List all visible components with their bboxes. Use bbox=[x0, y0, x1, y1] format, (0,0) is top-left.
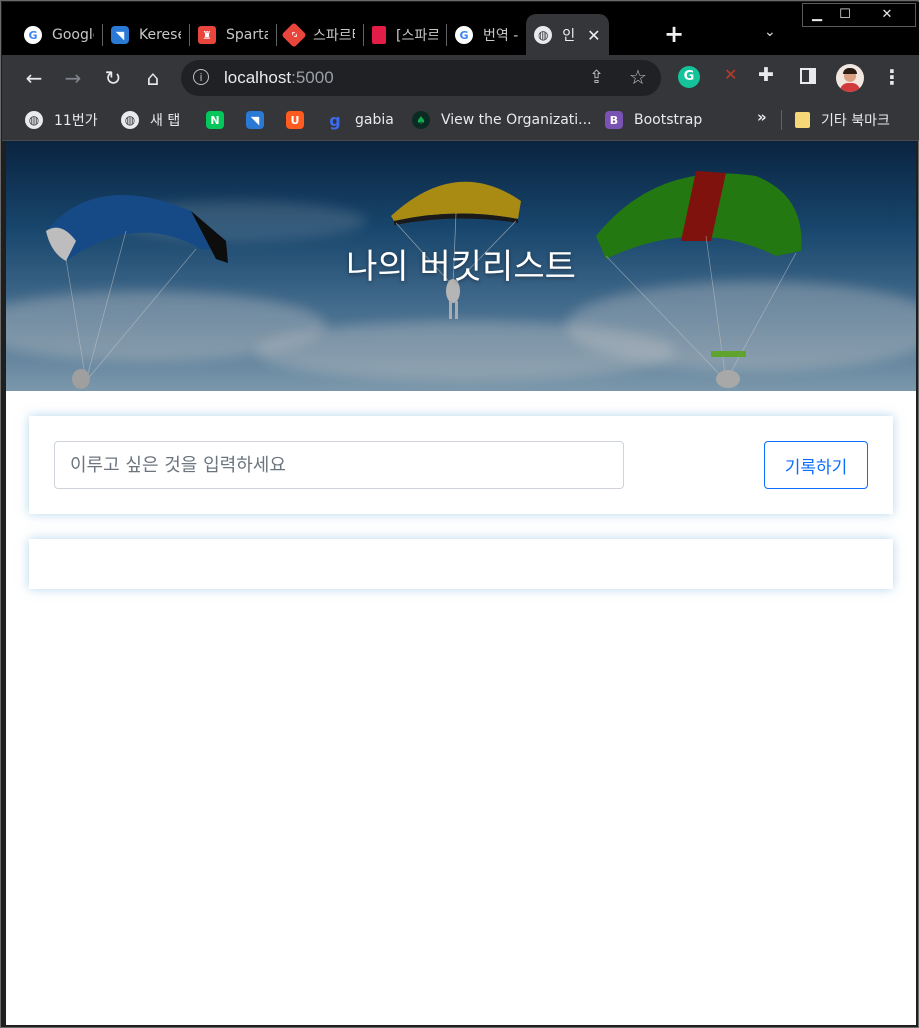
tab-title: Kereses bbox=[139, 27, 181, 43]
tab-kereses[interactable]: ◥ Kereses bbox=[103, 14, 189, 56]
close-window-button[interactable]: ✕ bbox=[859, 4, 915, 24]
bookmark-11st[interactable]: ◍ 11번가 bbox=[25, 109, 98, 131]
globe-icon: ◍ bbox=[534, 26, 553, 44]
tab-title: 번역 - bbox=[483, 28, 519, 44]
page-viewport: 나의 버킷리스트 기록하기 bbox=[6, 141, 916, 1025]
tab-title: [스파르타 bbox=[396, 28, 438, 44]
bookmark-shop[interactable]: U bbox=[286, 109, 304, 131]
browser-toolbar: ← → ↻ ⌂ i localhost:5000 ⇪ ☆ G ✕ ✚ ⋮ bbox=[2, 55, 919, 101]
bookmark-gabia[interactable]: g gabia bbox=[326, 109, 394, 131]
bookmark-label: 11번가 bbox=[54, 113, 98, 129]
tab-sparta[interactable]: ♜ Sparta bbox=[190, 14, 276, 56]
extension-icon[interactable]: ✕ bbox=[724, 65, 737, 84]
kereses-icon: ◥ bbox=[111, 26, 129, 44]
url-text[interactable]: localhost:5000 bbox=[224, 68, 334, 88]
grammarly-icon[interactable]: G bbox=[678, 66, 700, 88]
folder-icon bbox=[795, 112, 810, 128]
tab-title: 스파르타 bbox=[313, 28, 355, 44]
profile-avatar[interactable] bbox=[836, 64, 864, 92]
bookmark-bootstrap[interactable]: B Bootstrap bbox=[605, 109, 702, 131]
url-port: :5000 bbox=[291, 68, 334, 87]
globe-icon: ◍ bbox=[25, 111, 43, 129]
tab-strip: ▁ ☐ ✕ G Google ◥ Kereses ♜ Sparta ‹› 스파르… bbox=[2, 2, 919, 56]
mongodb-leaf-icon: ♠ bbox=[412, 111, 430, 129]
save-button[interactable]: 기록하기 bbox=[764, 441, 868, 489]
address-bar[interactable]: i localhost:5000 ⇪ ☆ bbox=[181, 60, 661, 96]
bookmark-kereses[interactable]: ◥ bbox=[246, 109, 264, 131]
tab-sparta-notebook[interactable]: [스파르타 bbox=[364, 14, 446, 56]
kereses-icon: ◥ bbox=[246, 111, 264, 129]
bookmark-label: gabia bbox=[355, 112, 394, 128]
more-menu-icon[interactable]: ⋮ bbox=[882, 65, 902, 89]
bookmark-label: 기타 북마크 bbox=[821, 113, 890, 129]
page-title: 나의 버킷리스트 bbox=[346, 247, 576, 287]
bookmarks-divider bbox=[781, 110, 782, 130]
maximize-button[interactable]: ☐ bbox=[831, 4, 859, 24]
tab-translate[interactable]: G 번역 - bbox=[447, 14, 526, 56]
bucket-input-card: 기록하기 bbox=[29, 416, 893, 514]
bootstrap-icon: B bbox=[605, 111, 623, 129]
naver-icon: N bbox=[206, 111, 224, 129]
bag-icon: U bbox=[286, 111, 304, 129]
window-controls: ▁ ☐ ✕ bbox=[802, 3, 916, 27]
back-arrow-icon[interactable]: ← bbox=[21, 65, 47, 91]
other-bookmarks-folder[interactable]: 기타 북마크 bbox=[795, 109, 890, 131]
bookmark-label: 새 탭 bbox=[150, 113, 181, 129]
close-tab-icon[interactable]: ✕ bbox=[587, 26, 600, 45]
reload-icon[interactable]: ↻ bbox=[100, 65, 126, 91]
hero-banner: 나의 버킷리스트 bbox=[6, 141, 916, 391]
globe-icon: ◍ bbox=[121, 111, 139, 129]
google-g-icon: G bbox=[455, 26, 473, 44]
bookmark-star-icon[interactable]: ☆ bbox=[629, 65, 647, 89]
side-panel-icon[interactable] bbox=[800, 68, 816, 84]
bookmark-new-tab[interactable]: ◍ 새 탭 bbox=[121, 109, 180, 131]
forward-arrow-icon[interactable]: → bbox=[60, 65, 86, 91]
gabia-icon: g bbox=[329, 110, 341, 130]
notebook-icon bbox=[372, 26, 386, 44]
tab-title: Google bbox=[52, 27, 94, 43]
bucket-list-card bbox=[29, 539, 893, 589]
bookmark-label: View the Organizati... bbox=[441, 112, 592, 128]
new-tab-button[interactable]: + bbox=[664, 22, 684, 46]
sparta-icon: ♜ bbox=[198, 26, 216, 44]
sparta-code-icon: ‹› bbox=[281, 22, 307, 48]
bookmark-label: Bootstrap bbox=[634, 112, 703, 128]
tab-sparta-korean[interactable]: ‹› 스파르타 bbox=[277, 14, 363, 56]
tab-google[interactable]: G Google bbox=[16, 14, 102, 56]
tab-title: Sparta bbox=[226, 27, 268, 43]
url-host: localhost bbox=[224, 68, 292, 87]
google-g-icon: G bbox=[24, 26, 42, 44]
tab-list: G Google ◥ Kereses ♜ Sparta ‹› 스파르타 [스파르… bbox=[16, 14, 609, 56]
tab-title: 인 bbox=[562, 28, 576, 44]
site-info-icon[interactable]: i bbox=[193, 69, 209, 85]
bookmarks-overflow-chevron-icon[interactable]: » bbox=[757, 108, 767, 126]
bookmarks-bar: ◍ 11번가 ◍ 새 탭 N ◥ U g gabia ♠ View the Or… bbox=[2, 101, 919, 141]
tab-active[interactable]: ◍ 인 ✕ bbox=[526, 14, 609, 56]
tab-search-chevron-icon[interactable]: ⌄ bbox=[764, 24, 776, 40]
minimize-button[interactable]: ▁ bbox=[803, 4, 831, 24]
share-icon[interactable]: ⇪ bbox=[589, 67, 604, 88]
browser-window: ▁ ☐ ✕ G Google ◥ Kereses ♜ Sparta ‹› 스파르… bbox=[0, 0, 919, 1028]
extensions-puzzle-icon[interactable]: ✚ bbox=[758, 64, 774, 86]
bookmark-naver[interactable]: N bbox=[206, 109, 224, 131]
bucket-input[interactable] bbox=[54, 441, 624, 489]
home-icon[interactable]: ⌂ bbox=[140, 65, 166, 91]
bookmark-mongodb[interactable]: ♠ View the Organizati... bbox=[412, 109, 592, 131]
